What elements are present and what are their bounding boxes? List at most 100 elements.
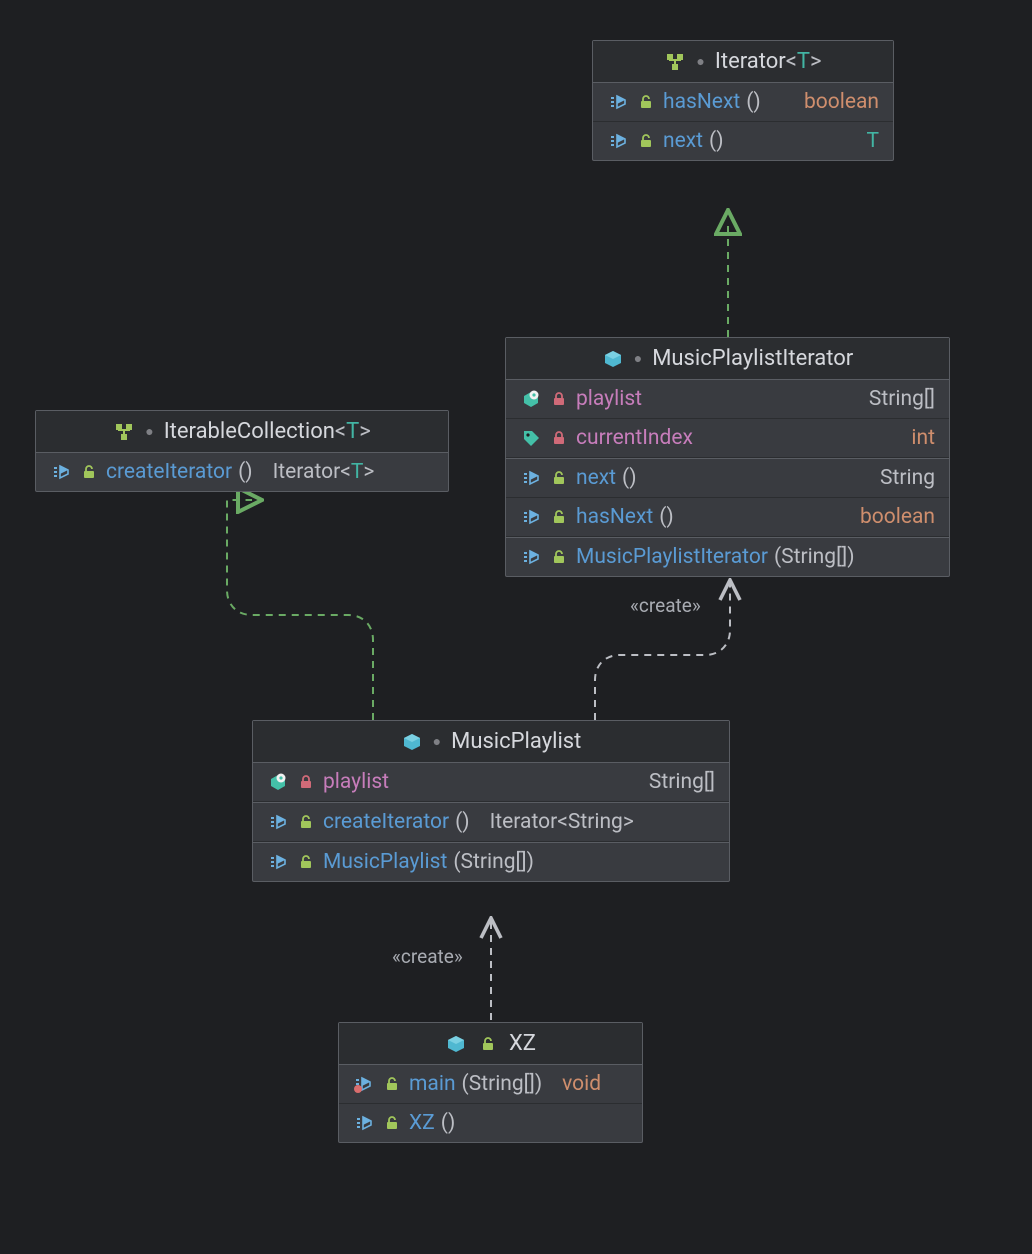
method-icon	[520, 546, 542, 568]
method-params: ()	[441, 1111, 456, 1135]
label-create-mplaylist: «create»	[392, 945, 463, 968]
method-name: MusicPlaylist	[323, 850, 447, 874]
method-icon	[267, 811, 289, 833]
constructor-row[interactable]: XZ()	[339, 1104, 642, 1142]
method-name: hasNext	[663, 90, 740, 114]
class-title-mplaylist: ● MusicPlaylist	[253, 721, 729, 763]
dot-icon: ●	[696, 53, 704, 70]
method-row[interactable]: next() T	[593, 122, 893, 160]
label-create-mpiter: «create»	[630, 594, 701, 617]
lock-icon	[548, 388, 570, 410]
tag-field-icon	[520, 427, 542, 449]
field-type: int	[911, 426, 935, 450]
method-params: ()	[746, 90, 761, 114]
class-box-musicplaylist[interactable]: ● MusicPlaylist playlist String[] create…	[252, 720, 730, 882]
method-params: ()	[709, 129, 724, 153]
static-method-icon	[353, 1073, 375, 1095]
method-icon	[520, 506, 542, 528]
field-name: playlist	[323, 770, 389, 794]
method-row[interactable]: hasNext() boolean	[593, 83, 893, 122]
gear-field-icon	[520, 388, 542, 410]
class-name: MusicPlaylist	[451, 729, 581, 754]
field-name: currentIndex	[576, 426, 693, 450]
class-title-xz: XZ	[339, 1023, 642, 1065]
method-name: createIterator	[323, 810, 449, 834]
method-name: XZ	[409, 1111, 435, 1135]
unlock-icon	[548, 506, 570, 528]
unlock-icon	[381, 1073, 403, 1095]
method-row[interactable]: createIterator() Iterator<String>	[253, 802, 729, 842]
class-icon	[445, 1033, 467, 1055]
lock-icon	[295, 771, 317, 793]
class-title-mpiter: ● MusicPlaylistIterator	[506, 338, 949, 380]
class-icon	[602, 348, 624, 370]
constructor-row[interactable]: MusicPlaylist(String[])	[253, 842, 729, 881]
method-icon	[353, 1112, 375, 1134]
method-row[interactable]: hasNext() boolean	[506, 498, 949, 537]
method-row[interactable]: main(String[]) void	[339, 1065, 642, 1104]
interface-icon	[113, 421, 135, 443]
dot-icon: ●	[433, 733, 441, 750]
unlock-icon	[78, 461, 100, 483]
field-type: String[]	[869, 387, 935, 411]
dot-icon: ●	[634, 350, 642, 367]
edge-mplaylist-to-iterable	[227, 500, 373, 720]
field-row[interactable]: currentIndex int	[506, 419, 949, 458]
unlock-icon	[381, 1112, 403, 1134]
method-params: ()	[238, 460, 253, 484]
method-icon	[607, 130, 629, 152]
method-name: createIterator	[106, 460, 232, 484]
dot-icon: ●	[145, 423, 153, 440]
method-name: hasNext	[576, 505, 653, 529]
field-type: String[]	[649, 770, 715, 794]
class-box-musicplaylistiterator[interactable]: ● MusicPlaylistIterator playlist String[…	[505, 337, 950, 577]
return-type: String	[880, 466, 935, 490]
class-box-xz[interactable]: XZ main(String[]) void XZ()	[338, 1022, 643, 1143]
interface-icon	[664, 51, 686, 73]
class-title-iterator: ● Iterator<T>	[593, 41, 893, 83]
class-name: Iterator	[715, 49, 786, 74]
class-icon	[401, 731, 423, 753]
method-params: ()	[659, 505, 674, 529]
constructor-row[interactable]: MusicPlaylistIterator(String[])	[506, 537, 949, 576]
unlock-icon	[295, 851, 317, 873]
method-params: (String[])	[462, 1072, 543, 1096]
return-type: Iterator	[273, 460, 341, 484]
class-title-iterable: ● IterableCollection<T>	[36, 411, 448, 453]
return-type: Iterator	[490, 810, 558, 834]
return-type: boolean	[860, 505, 935, 529]
lock-icon	[548, 427, 570, 449]
method-params: ()	[455, 810, 470, 834]
unlock-icon	[548, 467, 570, 489]
method-params: (String[])	[453, 850, 534, 874]
class-name: IterableCollection	[164, 419, 335, 444]
class-name: MusicPlaylistIterator	[652, 346, 853, 371]
class-box-iterablecollection[interactable]: ● IterableCollection<T> createIterator()…	[35, 410, 449, 492]
method-row[interactable]: next() String	[506, 458, 949, 498]
unlock-icon	[635, 130, 657, 152]
class-name: XZ	[509, 1031, 536, 1056]
method-params: (String[])	[774, 545, 855, 569]
method-icon	[520, 467, 542, 489]
unlock-icon	[548, 546, 570, 568]
method-row[interactable]: createIterator() Iterator<T>	[36, 453, 448, 491]
method-icon	[267, 851, 289, 873]
method-params: ()	[622, 466, 637, 490]
method-icon	[607, 91, 629, 113]
field-row[interactable]: playlist String[]	[253, 763, 729, 802]
method-name: next	[576, 466, 616, 490]
method-name: MusicPlaylistIterator	[576, 545, 768, 569]
unlock-icon	[635, 91, 657, 113]
method-icon	[50, 461, 72, 483]
field-row[interactable]: playlist String[]	[506, 380, 949, 419]
class-box-iterator[interactable]: ● Iterator<T> hasNext() boolean next() T	[592, 40, 894, 161]
unlock-icon	[477, 1033, 499, 1055]
method-name: next	[663, 129, 703, 153]
return-type: boolean	[804, 90, 879, 114]
method-name: main	[409, 1072, 456, 1096]
field-name: playlist	[576, 387, 642, 411]
gear-field-icon	[267, 771, 289, 793]
unlock-icon	[295, 811, 317, 833]
return-type: T	[866, 129, 879, 153]
return-type: void	[562, 1072, 601, 1096]
